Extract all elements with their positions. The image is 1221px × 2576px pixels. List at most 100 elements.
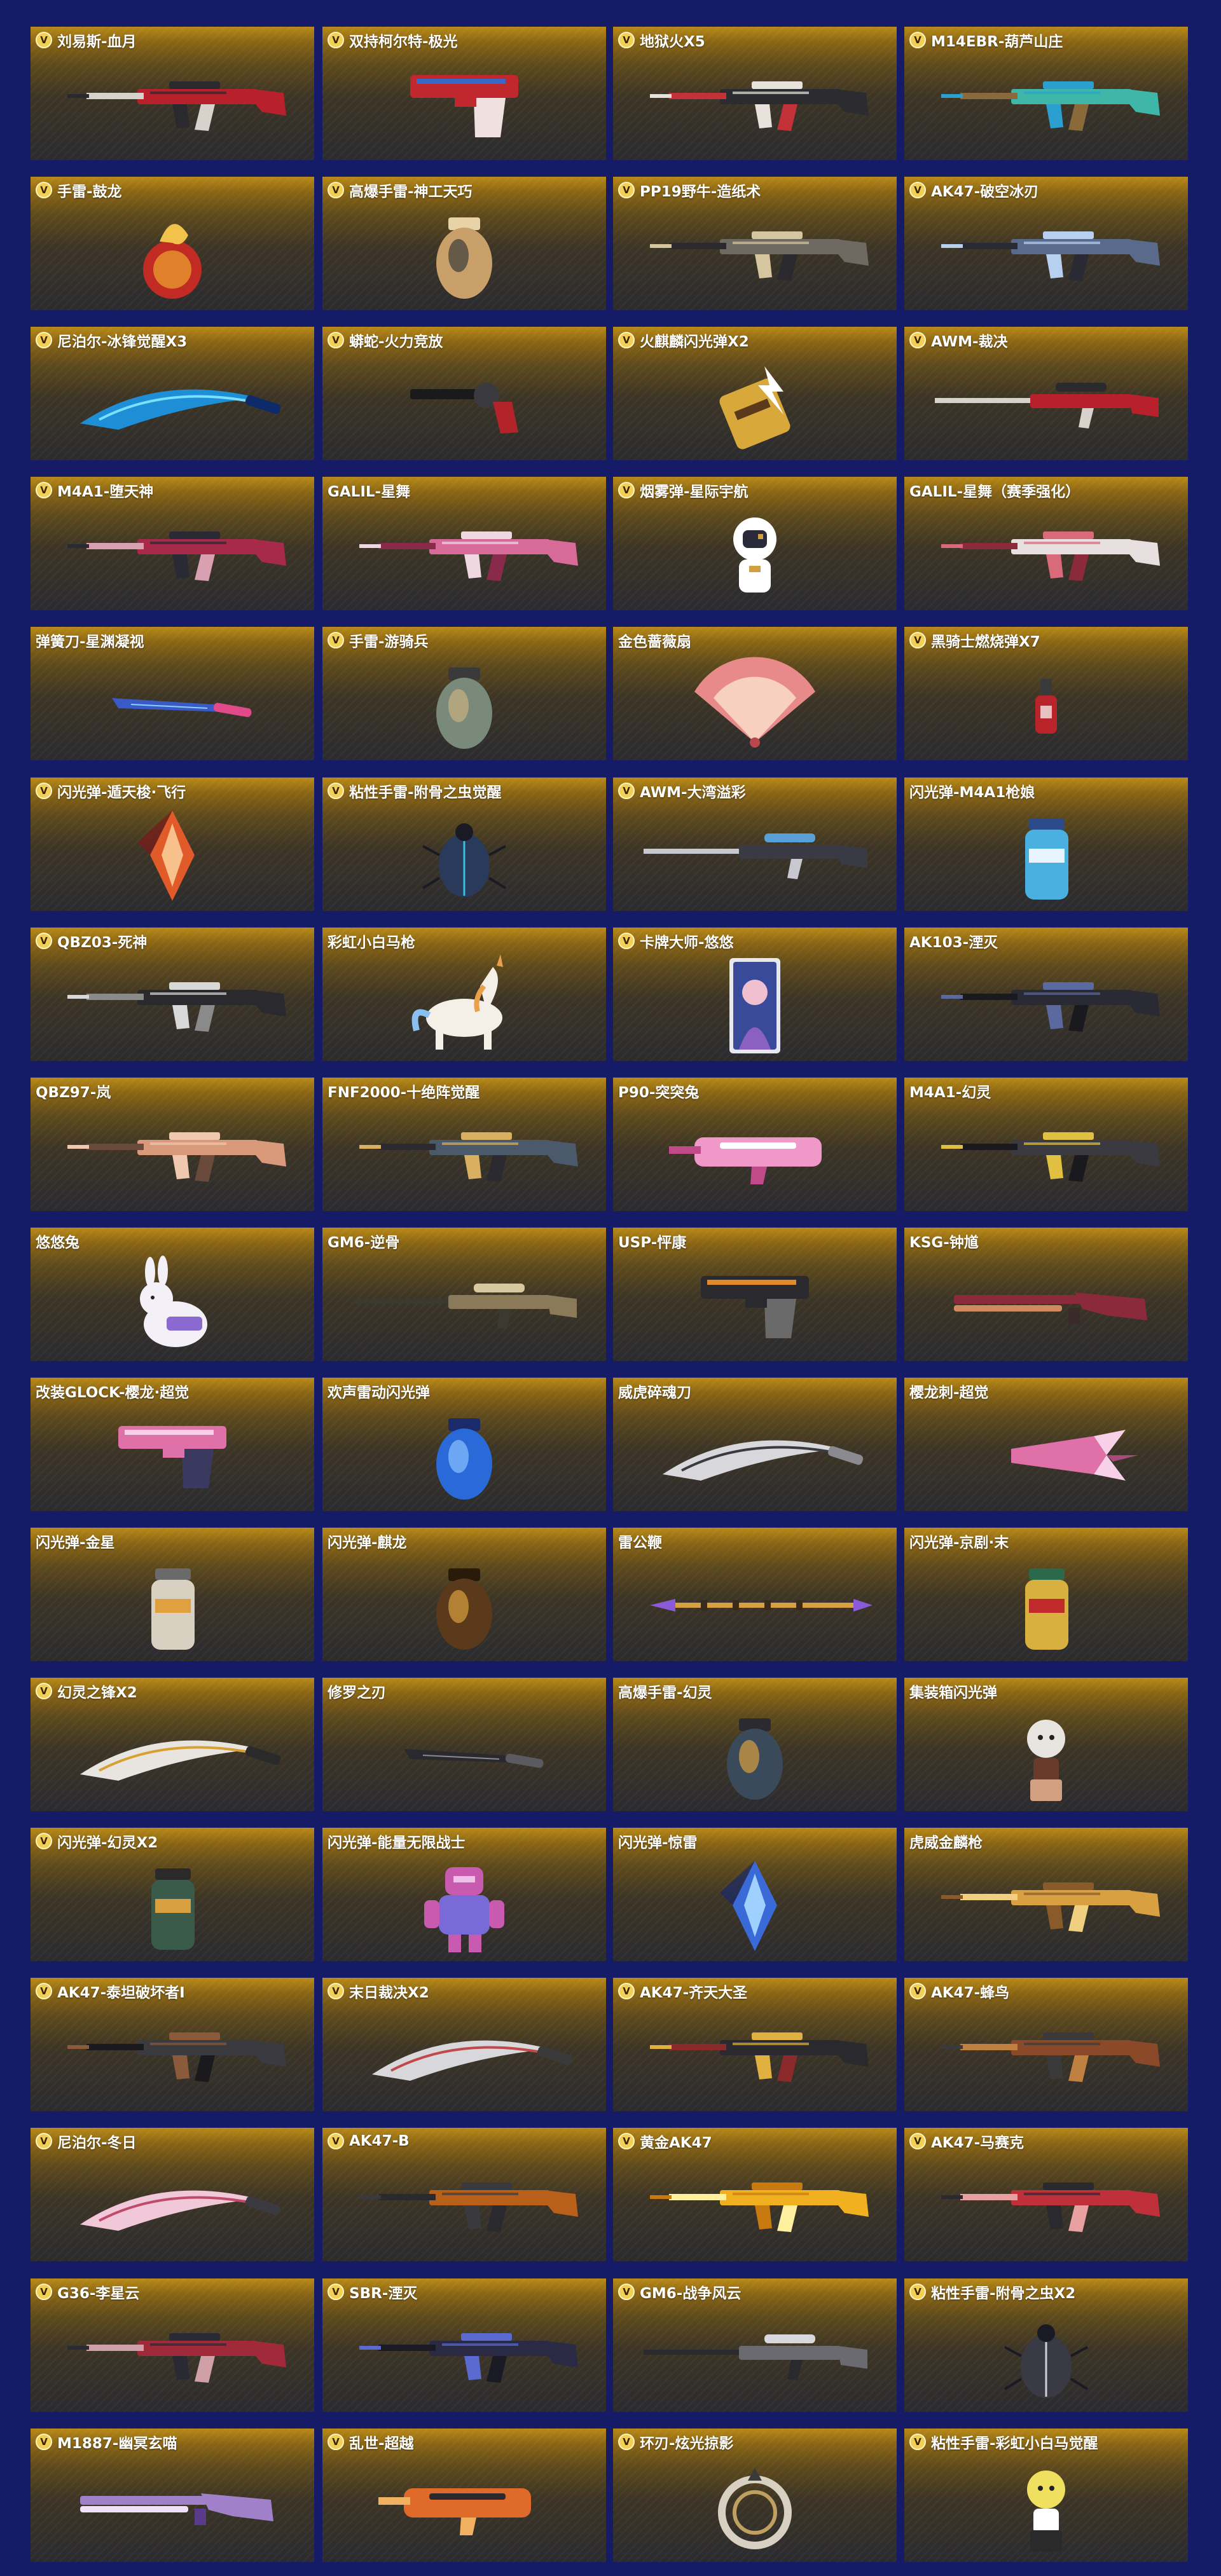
item-card[interactable]: 欢声雷动闪光弹 <box>322 1378 606 1511</box>
item-name: 闪光弹-幻灵X2 <box>57 1835 158 1851</box>
item-card[interactable]: V AK47-破空冰刃 <box>904 177 1188 310</box>
v-badge-icon: V <box>618 2284 635 2300</box>
item-card[interactable]: V 尼泊尔-冬日 <box>31 2128 314 2261</box>
item-card[interactable]: V AK47-蜂鸟 <box>904 1978 1188 2111</box>
item-card[interactable]: V G36-李星云 <box>31 2278 314 2412</box>
item-card[interactable]: V AK47-马赛克 <box>904 2128 1188 2261</box>
item-card[interactable]: V 双持柯尔特-极光 <box>322 27 606 160</box>
item-card[interactable]: V 卡牌大师-悠悠 <box>613 928 897 1061</box>
item-card[interactable]: V 蟒蛇-火力竞放 <box>322 327 606 460</box>
item-name: 弹簧刀-星渊凝视 <box>36 634 144 650</box>
item-card[interactable]: V PP19野牛-造纸术 <box>613 177 897 310</box>
item-card[interactable]: 金色蔷薇扇 <box>613 627 897 760</box>
item-card[interactable]: 彩虹小白马枪 <box>322 928 606 1061</box>
item-card[interactable]: V 烟雾弹-星际宇航 <box>613 477 897 610</box>
beetle-icon <box>916 2305 1176 2407</box>
item-card[interactable]: V 黄金AK47 <box>613 2128 897 2261</box>
item-card[interactable]: QBZ97-岚 <box>31 1078 314 1211</box>
item-card[interactable]: 闪光弹-能量无限战士 <box>322 1828 606 1961</box>
item-card[interactable]: 悠悠兔 <box>31 1228 314 1361</box>
item-card[interactable]: 弹簧刀-星渊凝视 <box>31 627 314 760</box>
item-name: 刘易斯-血月 <box>57 34 137 50</box>
item-card[interactable]: V AK47-齐天大圣 <box>613 1978 897 2111</box>
item-card[interactable]: 闪光弹-京剧·末 <box>904 1528 1188 1661</box>
item-card[interactable]: V 尼泊尔-冰锋觉醒X3 <box>31 327 314 460</box>
item-card-header: V AK47-破空冰刃 <box>909 181 1183 200</box>
v-badge-icon: V <box>618 482 635 498</box>
item-card-header: V 火麒麟闪光弹X2 <box>618 331 892 350</box>
item-card[interactable]: V 手雷-游骑兵 <box>322 627 606 760</box>
item-card[interactable]: V 黑骑士燃烧弹X7 <box>904 627 1188 760</box>
item-card[interactable]: 雷公鞭 <box>613 1528 897 1661</box>
item-name: USP-怦康 <box>618 1235 687 1251</box>
item-card[interactable]: GALIL-星舞（赛季强化） <box>904 477 1188 610</box>
item-name: 烟雾弹-星际宇航 <box>640 484 748 500</box>
item-card[interactable]: V 粘性手雷-附骨之虫X2 <box>904 2278 1188 2412</box>
item-card[interactable]: 高爆手雷-幻灵 <box>613 1678 897 1811</box>
item-card[interactable]: KSG-钟馗 <box>904 1228 1188 1361</box>
canister-icon <box>916 1554 1176 1656</box>
item-card[interactable]: AK103-湮灭 <box>904 928 1188 1061</box>
item-card[interactable]: V AK47-B <box>322 2128 606 2261</box>
item-name: M4A1-堕天神 <box>57 484 154 500</box>
item-card-header: V AK47-泰坦破坏者Ⅰ <box>36 1982 309 2001</box>
item-card[interactable]: V 粘性手雷-彩虹小白马觉醒 <box>904 2429 1188 2562</box>
item-card[interactable]: V M4A1-堕天神 <box>31 477 314 610</box>
item-card[interactable]: M4A1-幻灵 <box>904 1078 1188 1211</box>
item-card-header: V 双持柯尔特-极光 <box>328 31 601 50</box>
spear-icon <box>624 1554 885 1656</box>
item-card[interactable]: V 幻灵之锋X2 <box>31 1678 314 1811</box>
item-card[interactable]: V M1887-幽冥玄喵 <box>31 2429 314 2562</box>
item-card[interactable]: V 粘性手雷-附骨之虫觉醒 <box>322 778 606 911</box>
item-card[interactable]: GALIL-星舞 <box>322 477 606 610</box>
v-badge-icon: V <box>909 1983 926 1999</box>
item-name: GM6-逆骨 <box>328 1235 400 1251</box>
item-card[interactable]: 樱龙刺-超觉 <box>904 1378 1188 1511</box>
item-card[interactable]: V GM6-战争风云 <box>613 2278 897 2412</box>
item-card[interactable]: V 乱世-超越 <box>322 2429 606 2562</box>
item-card[interactable]: V AWM-大湾溢彩 <box>613 778 897 911</box>
item-card[interactable]: V 地狱火X5 <box>613 27 897 160</box>
item-card[interactable]: 修罗之刃 <box>322 1678 606 1811</box>
v-badge-icon: V <box>618 32 635 48</box>
item-card[interactable]: 虎威金麟枪 <box>904 1828 1188 1961</box>
item-card[interactable]: V SBR-湮灭 <box>322 2278 606 2412</box>
v-badge-icon: V <box>36 32 52 48</box>
v-badge-icon: V <box>328 2133 344 2149</box>
item-card[interactable]: V QBZ03-死神 <box>31 928 314 1061</box>
item-card-header: V 末日裁决X2 <box>328 1982 601 2001</box>
item-card[interactable]: USP-怦康 <box>613 1228 897 1361</box>
item-card[interactable]: V 闪光弹-遁天梭·飞行 <box>31 778 314 911</box>
item-card[interactable]: V 火麒麟闪光弹X2 <box>613 327 897 460</box>
v-badge-icon: V <box>36 2284 52 2300</box>
item-card[interactable]: V 手雷-鼓龙 <box>31 177 314 310</box>
item-card[interactable]: V AWM-裁决 <box>904 327 1188 460</box>
item-card[interactable]: FNF2000-十绝阵觉醒 <box>322 1078 606 1211</box>
knife-icon <box>42 654 303 755</box>
item-card[interactable]: P90-突突兔 <box>613 1078 897 1211</box>
pistol-icon <box>334 53 595 155</box>
item-card[interactable]: 威虎碎魂刀 <box>613 1378 897 1511</box>
item-card[interactable]: 闪光弹-惊雷 <box>613 1828 897 1961</box>
item-card[interactable]: V 环刃-炫光掠影 <box>613 2429 897 2562</box>
item-card[interactable]: V AK47-泰坦破坏者Ⅰ <box>31 1978 314 2111</box>
item-card[interactable]: V 闪光弹-幻灵X2 <box>31 1828 314 1961</box>
item-card[interactable]: 闪光弹-麒龙 <box>322 1528 606 1661</box>
item-card[interactable]: 改装GLOCK-樱龙·超觉 <box>31 1378 314 1511</box>
sniper-icon <box>624 804 885 906</box>
item-card[interactable]: V M14EBR-葫芦山庄 <box>904 27 1188 160</box>
v-badge-icon: V <box>328 1983 344 1999</box>
item-name: G36-李星云 <box>57 2285 140 2302</box>
item-name: 高爆手雷-幻灵 <box>618 1685 712 1701</box>
shotgun-icon <box>42 2455 303 2557</box>
item-name: 手雷-鼓龙 <box>57 184 122 200</box>
item-card-header: V 幻灵之锋X2 <box>36 1682 309 1701</box>
item-card[interactable]: V 高爆手雷-神工天巧 <box>322 177 606 310</box>
item-card[interactable]: V 刘易斯-血月 <box>31 27 314 160</box>
item-card[interactable]: 集装箱闪光弹 <box>904 1678 1188 1811</box>
item-card[interactable]: 闪光弹-金星 <box>31 1528 314 1661</box>
item-name: 彩虹小白马枪 <box>328 935 415 951</box>
item-card[interactable]: GM6-逆骨 <box>322 1228 606 1361</box>
item-card[interactable]: V 末日裁决X2 <box>322 1978 606 2111</box>
item-card[interactable]: 闪光弹-M4A1枪娘 <box>904 778 1188 911</box>
